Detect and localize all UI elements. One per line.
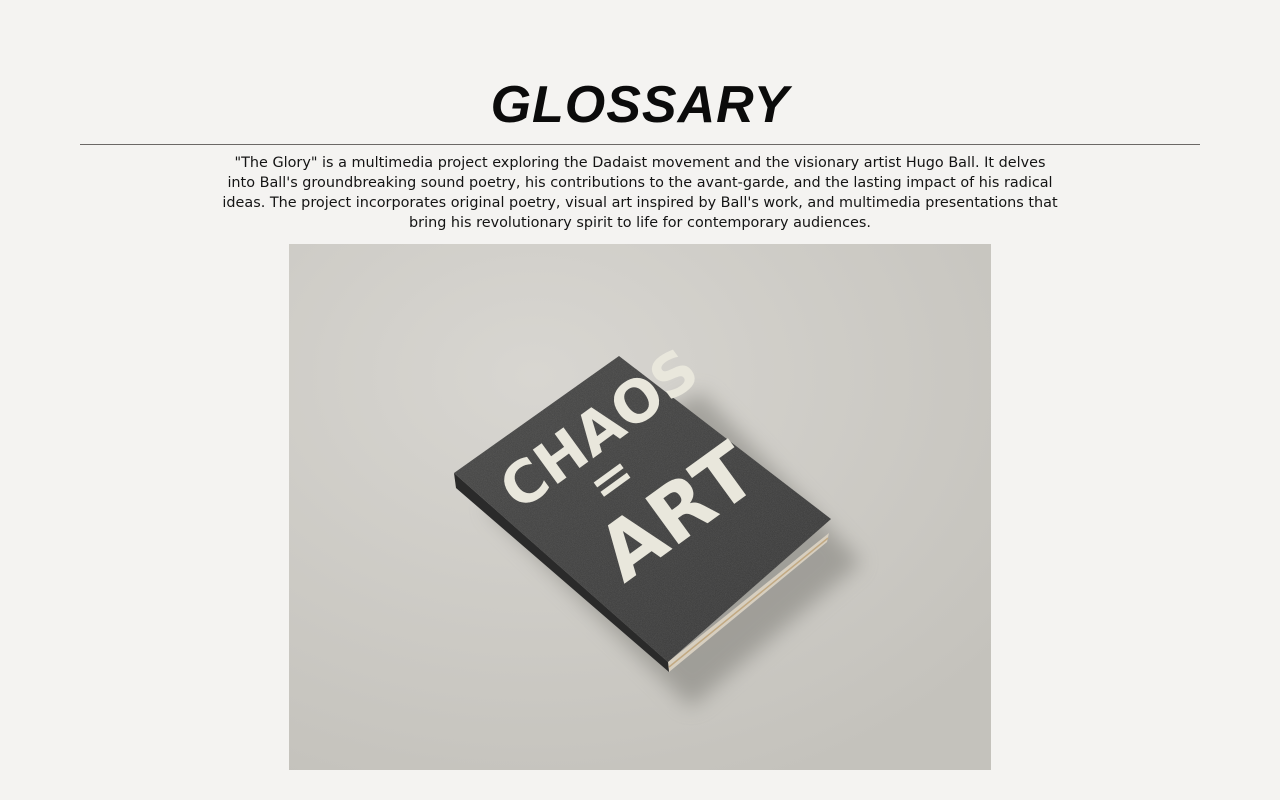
- title-divider: [80, 144, 1200, 145]
- glossary-page: GLOSSARY "The Glory" is a multimedia pro…: [0, 0, 1280, 800]
- intro-paragraph: "The Glory" is a multimedia project expl…: [222, 155, 1058, 231]
- page-title: GLOSSARY: [490, 76, 790, 134]
- book-mockup-image: CHAOS = ART: [289, 244, 991, 770]
